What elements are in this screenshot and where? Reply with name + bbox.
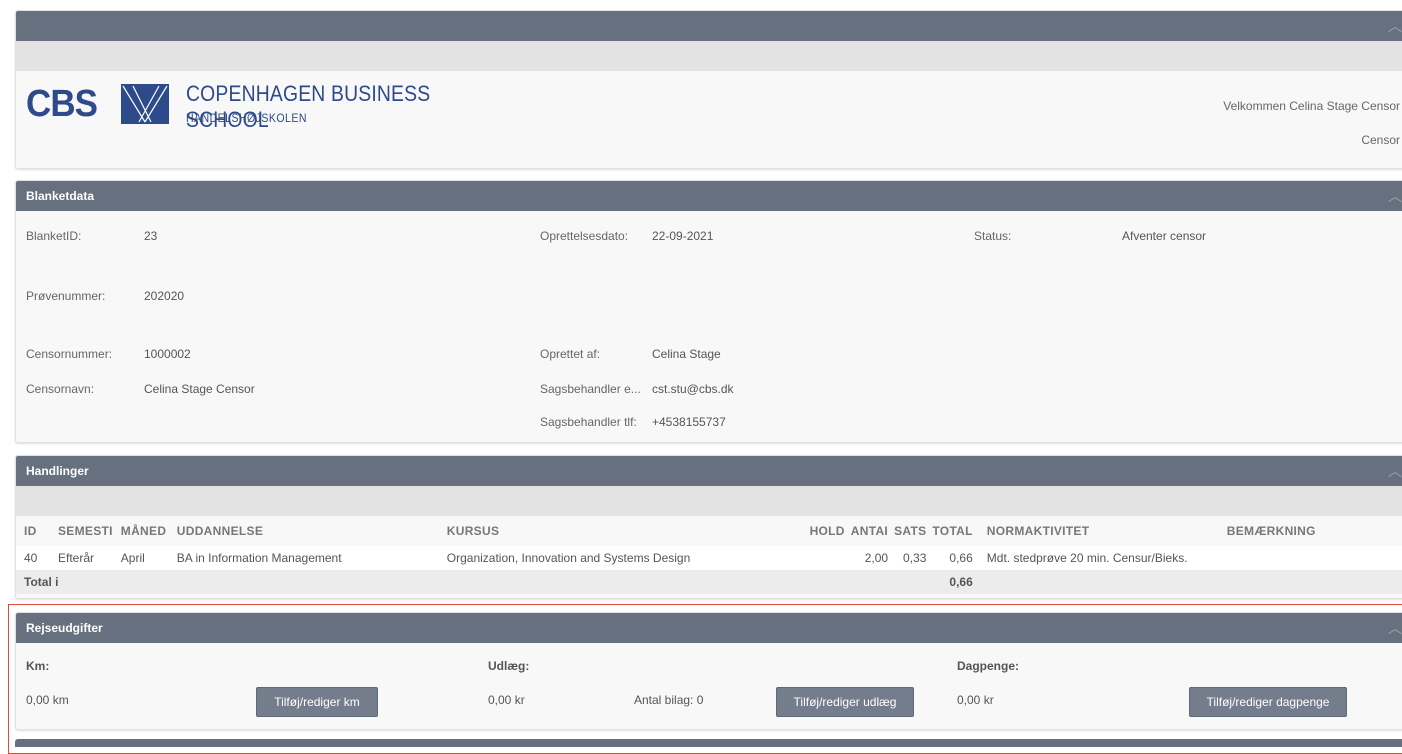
blanketdata-header: Blanketdata ︿	[16, 181, 1402, 211]
collapse-chevron-icon[interactable]: ︿	[1388, 11, 1402, 41]
handlinger-header: Handlinger ︿	[16, 456, 1402, 486]
censor-number-label: Censornummer:	[26, 347, 113, 361]
col-header-education[interactable]: UDDANNELSE	[169, 516, 439, 546]
table-header-row: ID SEMESTI MÅNED UDDANNELSE KURSUS HOLD …	[16, 516, 1402, 546]
cell-education: BA in Information Management	[176, 551, 342, 565]
top-panel-header: ︿	[16, 11, 1402, 41]
case-phone-value: +4538155737	[652, 415, 726, 429]
handlinger-title: Handlinger	[26, 464, 89, 478]
cell-hold	[729, 546, 851, 570]
total-row: Total i 0,66	[16, 570, 1402, 594]
created-date-label: Oprettelsesdato:	[540, 229, 629, 243]
created-by-value: Celina Stage	[652, 347, 721, 361]
created-date-value: 22-09-2021	[652, 229, 714, 243]
top-panel: ︿ CBS COPENHAGEN BUSINESS SCHOOL HANDELS…	[15, 10, 1402, 169]
cell-semester: Efterår	[58, 551, 95, 565]
handlinger-toolbar	[16, 486, 1402, 516]
logo-emblem-icon	[121, 84, 169, 124]
exam-number-label: Prøvenummer:	[26, 289, 106, 303]
created-by-label: Oprettet af:	[540, 347, 601, 361]
blanketdata-panel: Blanketdata ︿ BlanketID: 23 Oprettelsesd…	[15, 180, 1402, 443]
school-subtitle: HANDELSHØJSKOLEN	[186, 111, 307, 125]
cell-total: 0,66	[949, 551, 973, 565]
exam-number-value: 202020	[144, 289, 185, 303]
role-text: Censor	[1361, 133, 1400, 147]
cell-course: Organization, Innovation and Systems Des…	[446, 551, 691, 565]
cell-count: 2,00	[864, 551, 889, 565]
col-header-count[interactable]: ANTAI	[851, 516, 894, 546]
table-row[interactable]: 40 Efterår April BA in Information Manag…	[16, 546, 1402, 570]
blanket-id-value: 23	[144, 229, 158, 243]
cell-norm: Mdt. stedprøve 20 min. Censur/Bieks.	[986, 551, 1188, 565]
cell-remark	[1219, 546, 1402, 570]
total-value: 0,66	[932, 570, 979, 594]
col-header-remark[interactable]: BEMÆRKNING	[1219, 516, 1402, 546]
cbs-logo: CBS COPENHAGEN BUSINESS SCHOOL HANDELSHØ…	[26, 79, 506, 132]
collapse-chevron-icon[interactable]: ︿	[1388, 181, 1402, 211]
blanket-id-label: BlanketID:	[26, 229, 82, 243]
case-phone-label: Sagsbehandler tlf:	[540, 415, 637, 429]
status-value: Afventer censor	[1122, 229, 1207, 243]
welcome-text: Velkommen Celina Stage Censor	[1223, 99, 1400, 113]
collapse-chevron-icon[interactable]: ︿	[1388, 456, 1402, 486]
col-header-semester[interactable]: SEMESTI	[50, 516, 113, 546]
handlinger-table: ID SEMESTI MÅNED UDDANNELSE KURSUS HOLD …	[16, 516, 1402, 594]
censor-number-value: 1000002	[144, 347, 191, 361]
censor-name-value: Celina Stage Censor	[144, 382, 255, 396]
logo-letters: CBS	[26, 83, 98, 125]
col-header-id[interactable]: ID	[16, 516, 50, 546]
cell-id: 40	[24, 551, 38, 565]
col-header-total[interactable]: TOTAL	[932, 516, 978, 546]
col-header-course[interactable]: KURSUS	[439, 516, 729, 546]
blanketdata-title: Blanketdata	[26, 189, 95, 203]
cell-rate: 0,33	[903, 551, 927, 565]
col-header-norm[interactable]: NORMAKTIVITET	[979, 516, 1219, 546]
top-subbar	[16, 41, 1402, 71]
col-header-hold[interactable]: HOLD	[729, 516, 851, 546]
highlight-box	[8, 604, 1402, 754]
col-header-rate[interactable]: SATS	[894, 516, 932, 546]
handlinger-panel: Handlinger ︿ ID SEMESTI MÅNED UDDANNELSE…	[15, 455, 1402, 599]
total-label: Total i	[16, 570, 933, 594]
school-name: COPENHAGEN BUSINESS SCHOOL	[186, 81, 431, 132]
status-label: Status:	[974, 229, 1012, 243]
censor-name-label: Censornavn:	[26, 382, 95, 396]
case-email-label: Sagsbehandler e...	[540, 382, 641, 396]
col-header-month[interactable]: MÅNED	[113, 516, 169, 546]
cell-month: April	[120, 551, 145, 565]
case-email-value: cst.stu@cbs.dk	[652, 382, 734, 396]
